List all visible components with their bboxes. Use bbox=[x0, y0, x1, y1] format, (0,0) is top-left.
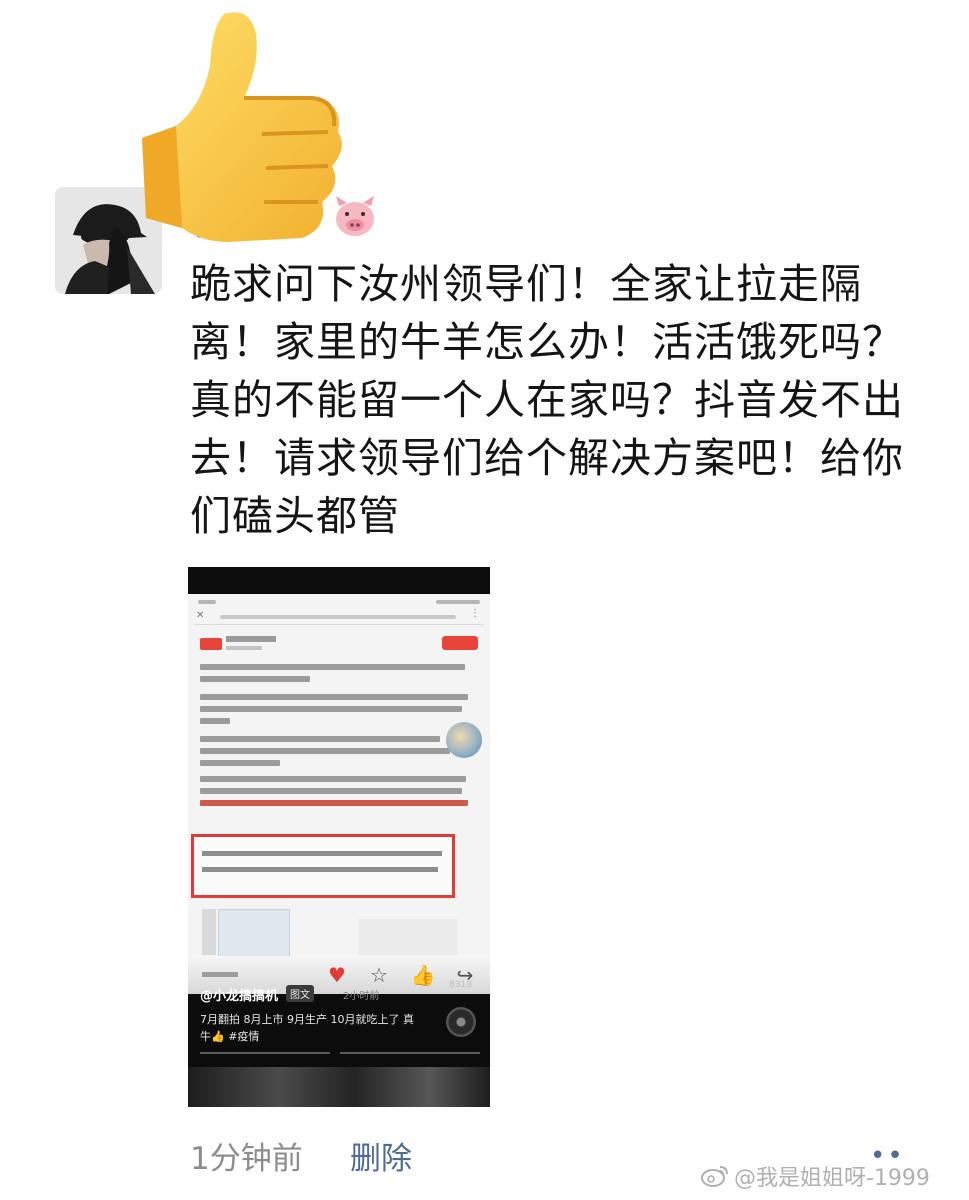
post-timestamp: 1分钟前 bbox=[190, 1141, 303, 1177]
close-icon: ✕ bbox=[196, 610, 205, 621]
highlight-box bbox=[191, 834, 455, 898]
post-text: 跪求问下汝州领导们！全家让拉走隔离！家里的牛羊怎么办！活活饿死吗？真的不能留一个… bbox=[190, 260, 904, 540]
phone-screenshot: ✕ ⋮ ♥ ☆ 👍 ↪ bbox=[188, 594, 490, 994]
music-disc-icon bbox=[446, 1007, 476, 1037]
site-logo bbox=[200, 638, 222, 650]
progress-segment bbox=[200, 1052, 330, 1054]
moments-post: 雀 跪求问下汝州领导们！全家让拉走隔离！家里的牛羊怎么办！活活饿死吗？真的不能留… bbox=[0, 0, 969, 1200]
heart-icon: ♥ bbox=[328, 963, 346, 987]
url-bar: ✕ ⋮ bbox=[194, 608, 484, 625]
like-icon: 👍 bbox=[410, 963, 436, 987]
video-count: 8319 bbox=[449, 980, 472, 990]
video-description: 7月翻拍 8月上市 9月生产 10月就吃上了 真牛👍 #疫情 bbox=[200, 1013, 414, 1043]
floating-avatar bbox=[446, 722, 482, 758]
star-icon: ☆ bbox=[370, 963, 388, 987]
video-tag: 图文 bbox=[286, 985, 314, 1002]
progress-segment bbox=[340, 1052, 480, 1054]
watermark: @我是姐姐呀-1999 bbox=[700, 1160, 930, 1192]
thumbs-up-icon bbox=[142, 12, 342, 242]
menu-icon: ⋮ bbox=[470, 608, 480, 619]
follow-button bbox=[442, 636, 478, 650]
video-author: @小龙搞搞机 bbox=[200, 989, 279, 1004]
watermark-text: @我是姐姐呀-1999 bbox=[734, 1166, 930, 1191]
video-time: 2小时前 bbox=[343, 991, 380, 1002]
delete-link[interactable]: 删除 bbox=[350, 1133, 412, 1178]
ad-image bbox=[218, 909, 290, 957]
video-thumbnail[interactable]: ✕ ⋮ ♥ ☆ 👍 ↪ @小龙搞搞机 图文 2小时前 8319 7月翻拍 8月上… bbox=[188, 567, 490, 1107]
video-bottom-overlay bbox=[188, 1067, 490, 1107]
weibo-logo-icon bbox=[701, 1166, 728, 1187]
status-bar bbox=[198, 598, 480, 606]
